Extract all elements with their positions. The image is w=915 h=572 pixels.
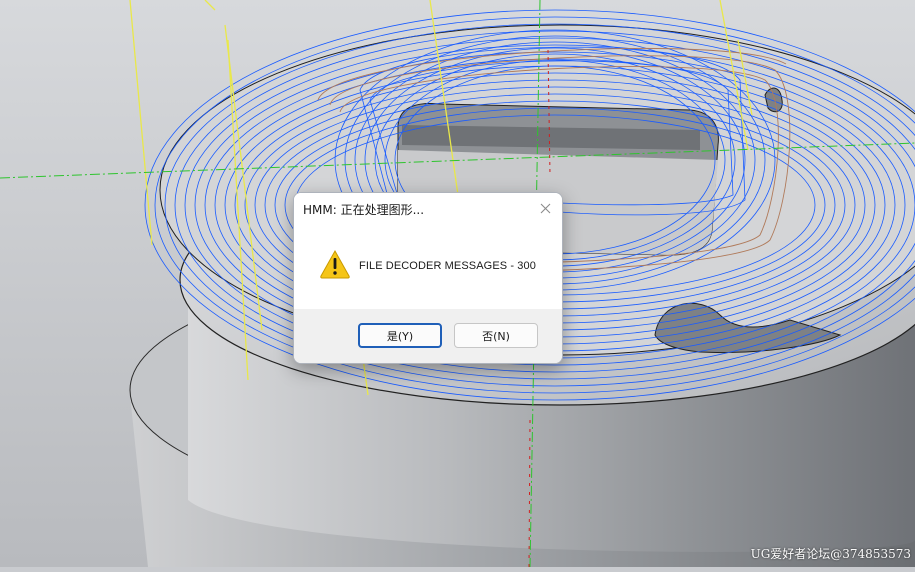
dialog-footer: 是(Y) 否(N) (294, 309, 562, 363)
close-icon[interactable] (534, 198, 556, 218)
dialog-message: FILE DECODER MESSAGES - 300 (359, 260, 536, 272)
yes-button[interactable]: 是(Y) (358, 323, 442, 348)
watermark: UG爱好者论坛@374853573 (750, 547, 911, 561)
dialog-title: HMM: 正在处理图形... (303, 203, 425, 217)
no-button[interactable]: 否(N) (454, 323, 538, 348)
dialog-titlebar[interactable]: HMM: 正在处理图形... (294, 193, 562, 223)
dialog-content: FILE DECODER MESSAGES - 300 (294, 223, 562, 309)
message-dialog: HMM: 正在处理图形... FILE DECODER MESSAGES - 3… (293, 192, 563, 364)
warning-icon (319, 249, 351, 279)
